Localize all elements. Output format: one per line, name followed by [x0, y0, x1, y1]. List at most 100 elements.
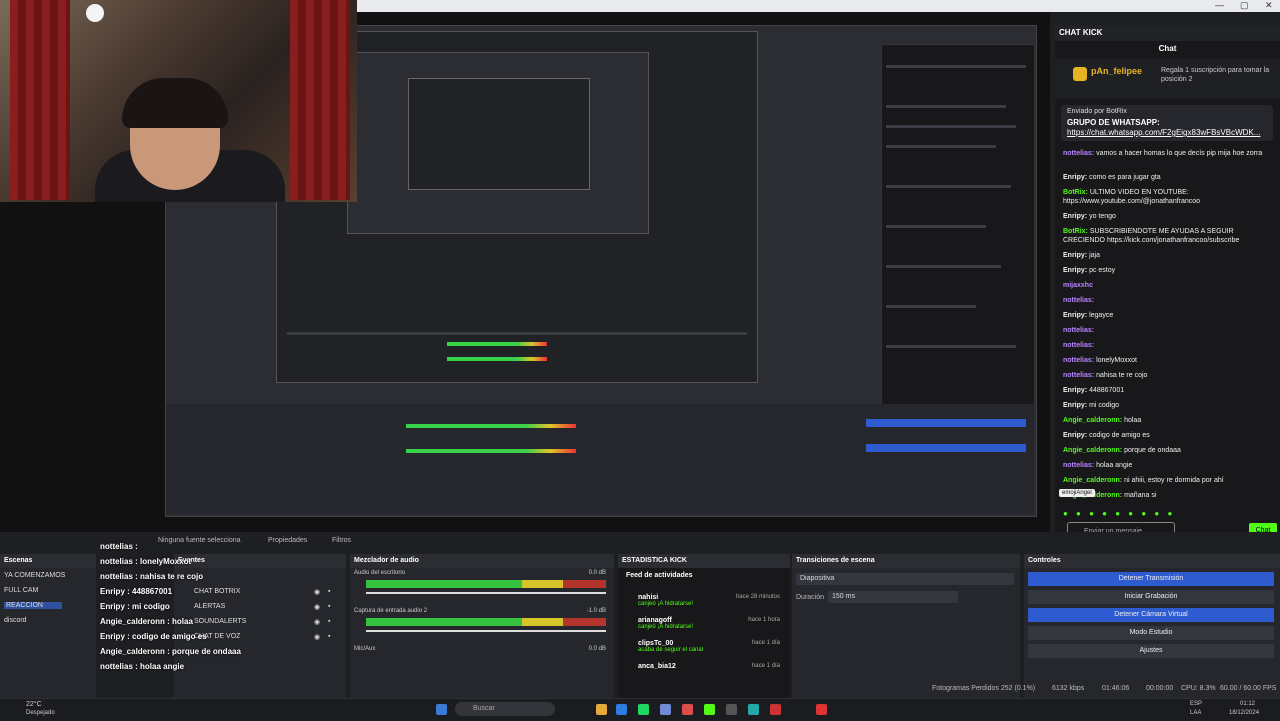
control-button[interactable]: Modo Estudio	[1028, 626, 1274, 640]
visibility-icon[interactable]: ◉	[314, 603, 320, 611]
duration-input[interactable]: 150 ms	[828, 591, 958, 603]
visibility-icon[interactable]: ◉	[314, 633, 320, 641]
chat-username[interactable]: nottelias:	[1063, 372, 1094, 379]
chat-text: holaa angie	[1096, 462, 1133, 469]
chat-username[interactable]: nottelias:	[1063, 150, 1094, 157]
chat-text: vamos a hacer homas lo que decís pip mij…	[1096, 150, 1263, 157]
chat-username[interactable]: Enripy:	[1063, 252, 1087, 259]
mixer-db: 0.0 dB	[588, 646, 606, 652]
scene-item[interactable]: REACCION	[4, 602, 62, 609]
chat-text: 448867001	[1089, 387, 1125, 394]
visibility-icon[interactable]: ◉	[314, 588, 320, 596]
control-button[interactable]: Detener Transmisión	[1028, 572, 1274, 586]
chat-message: Enripy: mi codigo	[1063, 401, 1275, 410]
kick-icon[interactable]	[704, 704, 715, 715]
chat-username[interactable]: nottelias:	[1063, 342, 1094, 349]
chat-text: jaja	[1089, 252, 1100, 259]
weather-temp[interactable]: 22°C	[26, 701, 42, 708]
crown-icon	[1073, 67, 1087, 81]
filters-button[interactable]: Filtros	[332, 537, 351, 544]
clock-time[interactable]: 01:12	[1240, 701, 1255, 707]
chat-text: como es para jugar gta	[1089, 174, 1161, 181]
overlay-chat-line: Enripy : codigo de amigo es	[100, 632, 207, 641]
file-explorer-icon[interactable]	[596, 704, 607, 715]
chat-message: nottelias: nahisa te re cojo	[1063, 371, 1275, 380]
windows-start-icon[interactable]	[436, 704, 447, 715]
chat-username[interactable]: Enripy:	[1063, 267, 1087, 274]
chat-username[interactable]: BotRix:	[1063, 189, 1088, 196]
chat-username[interactable]: Angie_calderonn:	[1063, 447, 1122, 454]
overlay-chat-line: Enripy : mi codigo	[100, 602, 170, 611]
feed-time: hace 1 día	[751, 640, 780, 646]
chat-username[interactable]: Enripy:	[1063, 312, 1087, 319]
spotify-icon[interactable]	[638, 704, 649, 715]
chat-username[interactable]: Enripy:	[1063, 402, 1087, 409]
chat-message: BotRix: ULTIMO VIDEO EN YOUTUBE: https:/…	[1063, 188, 1275, 206]
minimize-icon[interactable]: —	[1215, 0, 1224, 10]
chat-username[interactable]: BotRix:	[1063, 228, 1088, 235]
overlay-chat-line: Angie_calderonn : porque de ondaaa	[100, 647, 241, 656]
chat-message: nottelias: lonelyMoxxot	[1063, 356, 1275, 365]
kick-stats-dock: ESTADISTICA KICK Feed de actividades nah…	[618, 554, 790, 706]
scene-item[interactable]: discord	[4, 617, 27, 624]
transition-select[interactable]: Diapositiva	[796, 573, 1014, 585]
obs-icon[interactable]	[726, 704, 737, 715]
volume-slider[interactable]	[366, 630, 606, 632]
lock-icon[interactable]: ▪	[328, 588, 330, 595]
chat-username[interactable]: Enripy:	[1063, 174, 1087, 181]
feed-item: nahisi canjeó ¡A hidratarse! hace 28 minut…	[638, 594, 784, 607]
chat-username[interactable]: nottelias:	[1063, 297, 1094, 304]
chat-username[interactable]: Enripy:	[1063, 387, 1087, 394]
nested-preview-3	[408, 78, 590, 190]
app3-icon[interactable]	[816, 704, 827, 715]
control-button[interactable]: Iniciar Grabación	[1028, 590, 1274, 604]
taskbar-search[interactable]: Buscar	[455, 702, 555, 716]
pinned-message[interactable]: Enviado por BotRix GRUPO DE WHATSAPP: ht…	[1061, 105, 1273, 141]
feed-time: hace 1 día	[751, 663, 780, 669]
discord-icon[interactable]	[660, 704, 671, 715]
lock-icon[interactable]: ▪	[328, 618, 330, 625]
mixer-channel-name: Audio del escritorio	[354, 570, 406, 576]
visibility-icon[interactable]: ◉	[314, 618, 320, 626]
chat-username[interactable]: nottelias:	[1063, 357, 1094, 364]
app2-icon[interactable]	[770, 704, 781, 715]
scene-item[interactable]: FULL CAM	[4, 587, 38, 594]
chat-message: Enripy: yo tengo	[1063, 212, 1275, 221]
chat-username[interactable]: Angie_calderonn:	[1063, 417, 1122, 424]
close-icon[interactable]: ✕	[1265, 0, 1273, 11]
feed-time: hace 1 hora	[748, 617, 780, 623]
source-item[interactable]: ALERTAS	[194, 603, 225, 610]
maximize-icon[interactable]: ▢	[1240, 0, 1249, 11]
chat-username[interactable]: mijaxxhc	[1063, 282, 1093, 289]
lock-icon[interactable]: ▪	[328, 633, 330, 640]
whatsapp-link[interactable]: https://chat.whatsapp.com/F2gEigx83wFBsV…	[1067, 128, 1260, 137]
lock-icon[interactable]: ▪	[328, 603, 330, 610]
obs-docks: Ninguna fuente selecciona Propiedades Fi…	[0, 532, 1280, 720]
volume-meter	[366, 618, 606, 626]
chat-text: ni ahiii, estoy re dormida por ahí	[1124, 477, 1224, 484]
gift-user[interactable]: pAn_felipee	[1091, 66, 1142, 76]
chat-username[interactable]: Angie_calderonn:	[1063, 477, 1122, 484]
chat-username[interactable]: Enripy:	[1063, 213, 1087, 220]
windows-taskbar: 22°C Despejado Buscar ESP LAA 01:12 18/1…	[0, 698, 1280, 721]
feed-desc: canjeó ¡A hidratarse!	[638, 601, 694, 607]
chat-username[interactable]: Enripy:	[1063, 432, 1087, 439]
chat-text: lonelyMoxxot	[1096, 357, 1137, 364]
properties-button[interactable]: Propiedades	[268, 537, 307, 544]
nested-obs-docks	[166, 404, 1034, 514]
chat-username[interactable]: nottelias:	[1063, 327, 1094, 334]
emote-bar[interactable]: ● ● ● ● ● ● ● ● ●	[1063, 509, 1175, 518]
control-button[interactable]: Ajustes	[1028, 644, 1274, 658]
edge-icon[interactable]	[616, 704, 627, 715]
source-toolbar: Ninguna fuente selecciona Propiedades Fi…	[158, 537, 352, 544]
mixer-db: 0.0 dB	[588, 570, 606, 576]
chat-username[interactable]: nottelias:	[1063, 462, 1094, 469]
chrome-icon[interactable]	[682, 704, 693, 715]
volume-slider[interactable]	[366, 592, 606, 594]
control-button[interactable]: Detener Cámara Virtual	[1028, 608, 1274, 622]
source-item[interactable]: SOUNDALERTS	[194, 618, 246, 625]
source-item[interactable]: CHAT BOTRIX	[194, 588, 240, 595]
scene-item[interactable]: YA COMENZAMOS	[4, 572, 65, 579]
app-icon[interactable]	[748, 704, 759, 715]
overlay-chat-line: nottelias : nahisa te re cojo	[100, 572, 204, 581]
